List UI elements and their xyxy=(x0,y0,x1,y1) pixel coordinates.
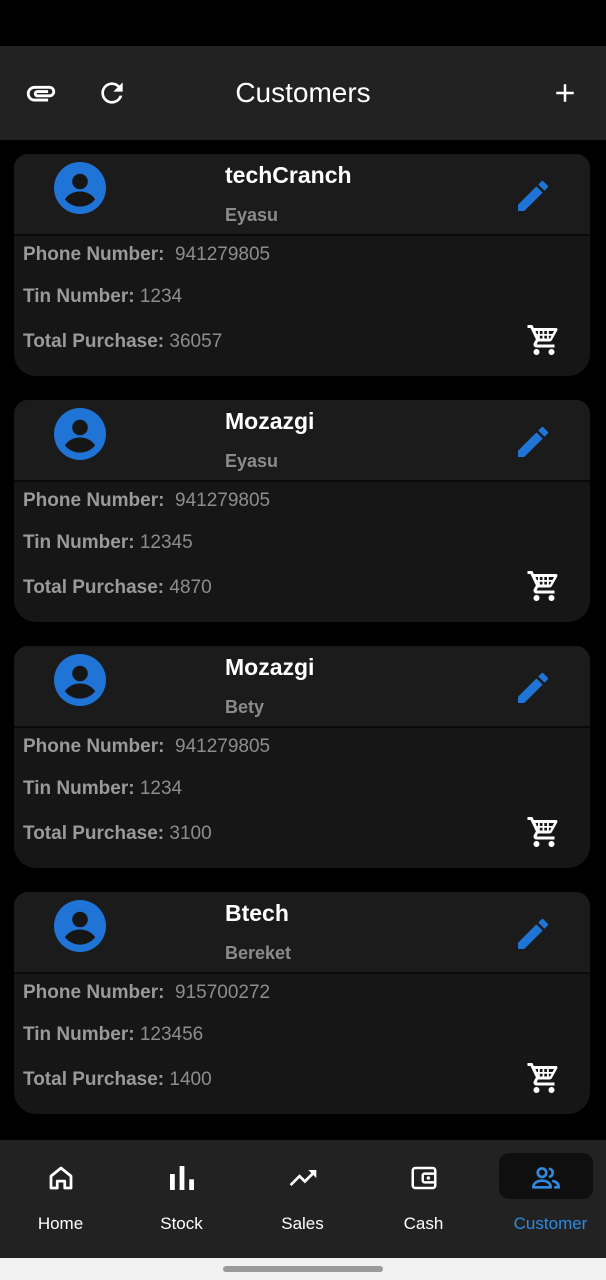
nav-item-stock[interactable]: Stock xyxy=(121,1140,242,1258)
account-circle-icon xyxy=(54,162,106,214)
people-icon xyxy=(531,1167,560,1189)
nav-label: Stock xyxy=(160,1214,203,1233)
nav-label: Home xyxy=(37,1214,84,1233)
account-circle-icon xyxy=(54,900,106,952)
tin-label: Tin Number: xyxy=(23,778,135,799)
customer-name: Btech xyxy=(225,900,289,926)
nav-label: Sales xyxy=(281,1214,324,1233)
customer-name: Mozazgi xyxy=(225,408,315,434)
customer-card-header: Mozazgi Bety xyxy=(14,646,590,728)
phone-label: Phone Number: xyxy=(23,736,165,757)
phone-value: 941279805 xyxy=(175,736,271,757)
nav-item-customer[interactable]: Customer xyxy=(496,1140,606,1258)
status-bar xyxy=(0,0,606,46)
tin-row: Tin Number: 1234 xyxy=(23,286,182,308)
page-title: Customers xyxy=(235,77,371,108)
edit-icon[interactable] xyxy=(513,668,553,708)
plus-icon xyxy=(556,84,574,102)
nav-item-home[interactable]: Home xyxy=(0,1140,121,1258)
total-purchase-label: Total Purchase: xyxy=(23,1069,165,1090)
phone-value: 915700272 xyxy=(175,982,271,1003)
tin-value: 12345 xyxy=(139,532,193,553)
cart-icon[interactable] xyxy=(526,322,562,358)
bottom-nav: Home Stock Sales Cash Customer xyxy=(0,1140,606,1258)
wallet-icon xyxy=(411,1166,436,1190)
tin-row: Tin Number: 123456 xyxy=(23,1024,203,1046)
customer-owner: Bereket xyxy=(225,943,292,963)
tin-label: Tin Number: xyxy=(23,532,135,553)
total-purchase-value: 3100 xyxy=(169,823,212,844)
phone-row: Phone Number: 915700272 xyxy=(23,982,270,1004)
trending-up-icon xyxy=(289,1170,316,1186)
customer-card-header: Btech Bereket xyxy=(14,892,590,974)
customer-owner: Eyasu xyxy=(225,205,279,225)
add-customer-button[interactable] xyxy=(537,46,593,140)
total-purchase-row: Total Purchase: 3100 xyxy=(23,823,212,845)
tin-value: 1234 xyxy=(139,286,183,307)
total-purchase-row: Total Purchase: 1400 xyxy=(23,1069,212,1091)
phone-row: Phone Number: 941279805 xyxy=(23,244,270,266)
phone-row: Phone Number: 941279805 xyxy=(23,490,270,512)
total-purchase-value: 4870 xyxy=(169,577,212,598)
customer-owner: Bety xyxy=(225,697,265,717)
total-purchase-label: Total Purchase: xyxy=(23,823,165,844)
edit-icon[interactable] xyxy=(513,914,553,954)
tin-value: 123456 xyxy=(139,1024,204,1045)
cart-icon[interactable] xyxy=(526,814,562,850)
total-purchase-value: 36057 xyxy=(169,331,223,352)
tin-value: 1234 xyxy=(139,778,183,799)
home-indicator[interactable] xyxy=(223,1266,383,1272)
account-circle-icon xyxy=(54,654,106,706)
total-purchase-value: 1400 xyxy=(169,1069,212,1090)
cart-icon[interactable] xyxy=(526,1060,562,1096)
customer-card[interactable]: techCranch Eyasu Phone Number: 941279805… xyxy=(14,154,590,376)
system-gesture-bar xyxy=(0,1258,606,1280)
phone-label: Phone Number: xyxy=(23,490,165,511)
nav-label: Cash xyxy=(403,1214,444,1233)
tin-row: Tin Number: 12345 xyxy=(23,532,193,554)
bar-chart-icon xyxy=(169,1166,194,1190)
nav-item-cash[interactable]: Cash xyxy=(363,1140,484,1258)
nav-item-sales[interactable]: Sales xyxy=(242,1140,363,1258)
customer-name: techCranch xyxy=(225,162,352,188)
customer-card[interactable]: Mozazgi Bety Phone Number: 941279805 Tin… xyxy=(14,646,590,868)
account-circle-icon xyxy=(54,408,106,460)
app-bar: Customers xyxy=(0,46,606,140)
edit-icon[interactable] xyxy=(513,422,553,462)
phone-label: Phone Number: xyxy=(23,244,165,265)
customer-card[interactable]: Btech Bereket Phone Number: 915700272 Ti… xyxy=(14,892,590,1114)
total-purchase-row: Total Purchase: 4870 xyxy=(23,577,212,599)
customer-list: techCranch Eyasu Phone Number: 941279805… xyxy=(0,140,606,1140)
customer-name: Mozazgi xyxy=(225,654,315,680)
nav-label: Customer xyxy=(513,1214,588,1233)
customer-owner: Eyasu xyxy=(225,451,279,471)
home-icon xyxy=(49,1166,72,1190)
phone-value: 941279805 xyxy=(175,490,271,511)
total-purchase-label: Total Purchase: xyxy=(23,577,165,598)
phone-label: Phone Number: xyxy=(23,982,165,1003)
total-purchase-label: Total Purchase: xyxy=(23,331,165,352)
total-purchase-row: Total Purchase: 36057 xyxy=(23,331,222,353)
customer-card[interactable]: Mozazgi Eyasu Phone Number: 941279805 Ti… xyxy=(14,400,590,622)
phone-row: Phone Number: 941279805 xyxy=(23,736,270,758)
cart-icon[interactable] xyxy=(526,568,562,604)
customer-card-header: Mozazgi Eyasu xyxy=(14,400,590,482)
phone-value: 941279805 xyxy=(175,244,271,265)
customer-card-header: techCranch Eyasu xyxy=(14,154,590,236)
edit-icon[interactable] xyxy=(513,176,553,216)
tin-row: Tin Number: 1234 xyxy=(23,778,182,800)
tin-label: Tin Number: xyxy=(23,1024,135,1045)
tin-label: Tin Number: xyxy=(23,286,135,307)
